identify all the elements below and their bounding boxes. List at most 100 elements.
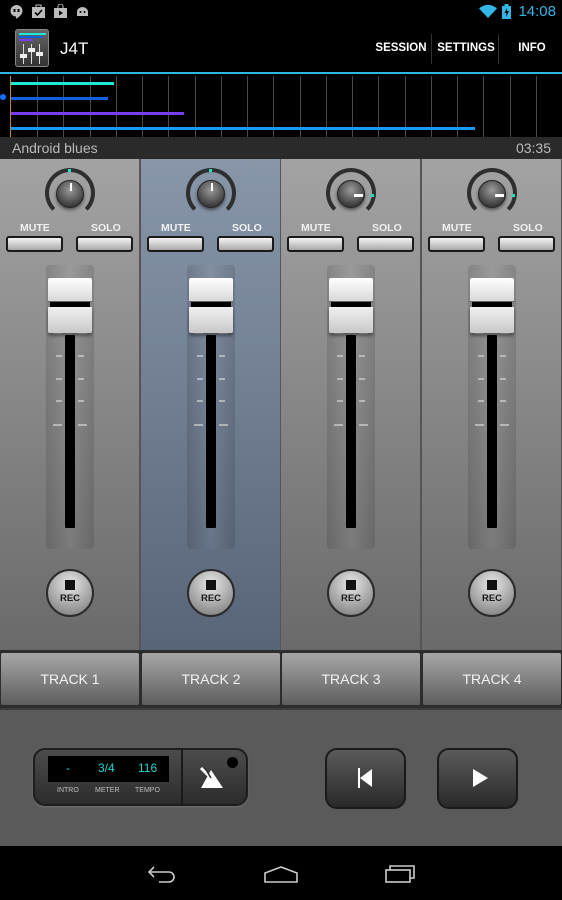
solo-button[interactable] [498, 236, 555, 252]
transport-bar: - 3/4 116 INTRO METER TEMPO [0, 708, 562, 846]
solo-label: SOLO [232, 222, 262, 234]
timeline-grid-line [510, 76, 511, 137]
menu-info[interactable]: INFO [502, 24, 562, 72]
rec-label: REC [340, 593, 362, 604]
record-button[interactable]: REC [187, 569, 235, 617]
track-tab-2[interactable]: TRACK 2 [142, 653, 280, 705]
menu-session[interactable]: SESSION [372, 24, 430, 72]
pan-knob-dial [337, 180, 365, 208]
volume-fader-handle[interactable] [48, 278, 92, 336]
fader-scale-tick [478, 378, 484, 380]
fader-scale-tick [53, 424, 62, 426]
metronome-icon[interactable] [195, 764, 229, 790]
fader-scale-tick [500, 378, 506, 380]
mute-button[interactable] [428, 236, 485, 252]
play-button[interactable] [437, 748, 518, 809]
mixer-app-icon[interactable] [15, 29, 49, 67]
solo-button[interactable] [357, 236, 414, 252]
fader-scale-tick [337, 355, 343, 357]
fader-scale-tick [219, 355, 225, 357]
action-bar: J4T SESSION SETTINGS INFO [0, 24, 562, 74]
mute-label: MUTE [442, 222, 472, 234]
timeline-track-3-region[interactable] [11, 112, 184, 115]
fader-scale-tick [475, 424, 484, 426]
record-stop-icon [65, 580, 75, 590]
fader-scale-tick [500, 424, 509, 426]
pan-knob[interactable] [326, 168, 376, 218]
fader-scale-tick [197, 400, 203, 402]
clock: 14:08 [518, 3, 556, 20]
fader-scale-tick [500, 400, 506, 402]
fader-scale-tick [78, 378, 84, 380]
song-title: Android blues [12, 140, 98, 156]
timeline-overview[interactable] [0, 76, 562, 137]
mute-label: MUTE [301, 222, 331, 234]
fader-scale-tick [78, 355, 84, 357]
solo-label: SOLO [513, 222, 543, 234]
pan-knob-dial [56, 180, 84, 208]
volume-fader-handle[interactable] [470, 278, 514, 336]
mute-button[interactable] [147, 236, 204, 252]
meter-label: METER [95, 787, 120, 794]
record-stop-icon [487, 580, 497, 590]
meter-value: 3/4 [98, 761, 115, 775]
menu-divider [431, 34, 432, 64]
fader-scale-tick [337, 400, 343, 402]
fader-slot [65, 335, 75, 528]
volume-fader-handle[interactable] [329, 278, 373, 336]
solo-button[interactable] [217, 236, 274, 252]
home-icon[interactable] [263, 864, 299, 884]
rec-label: REC [481, 593, 503, 604]
song-info-bar: Android blues 03:35 [0, 137, 562, 159]
solo-label: SOLO [372, 222, 402, 234]
navigation-bar [0, 846, 562, 900]
mute-label: MUTE [161, 222, 191, 234]
channel-strip-1[interactable]: MUTE SOLO REC [0, 159, 139, 650]
track-tab-4[interactable]: TRACK 4 [423, 653, 561, 705]
record-button[interactable]: REC [468, 569, 516, 617]
volume-fader-handle[interactable] [189, 278, 233, 336]
tempo-label: TEMPO [135, 787, 160, 794]
timeline-grid-line [536, 76, 537, 137]
play-icon [473, 769, 488, 787]
pan-knob[interactable] [45, 168, 95, 218]
pan-knob[interactable] [467, 168, 517, 218]
solo-button[interactable] [76, 236, 133, 252]
channel-strip-3[interactable]: MUTE SOLO REC [281, 159, 420, 650]
fader-scale-tick [56, 355, 62, 357]
pan-indicator-led [371, 194, 374, 197]
fader-slot [206, 335, 216, 528]
skip-to-start-icon [358, 768, 372, 788]
channel-strip-2[interactable]: MUTE SOLO REC [141, 159, 280, 650]
intro-label: INTRO [57, 787, 79, 794]
rewind-button[interactable] [325, 748, 406, 809]
timeline-track-2-region[interactable] [11, 97, 108, 100]
back-icon[interactable] [145, 864, 179, 884]
settings-display[interactable]: - 3/4 116 [48, 756, 169, 782]
rec-label: REC [59, 593, 81, 604]
fader-scale-tick [219, 378, 225, 380]
recent-apps-icon[interactable] [384, 864, 418, 884]
record-button[interactable]: REC [327, 569, 375, 617]
fader-scale-tick [78, 400, 84, 402]
fader-slot [346, 335, 356, 528]
track-tab-1[interactable]: TRACK 1 [1, 653, 139, 705]
mute-button[interactable] [287, 236, 344, 252]
app-title: J4T [60, 39, 89, 58]
mute-button[interactable] [6, 236, 63, 252]
android-icon [77, 7, 88, 16]
fader-scale-tick [334, 424, 343, 426]
rec-label: REC [200, 593, 222, 604]
fader-scale-tick [219, 400, 225, 402]
menu-settings[interactable]: SETTINGS [434, 24, 498, 72]
pan-knob[interactable] [186, 168, 236, 218]
hangouts-icon [10, 5, 23, 19]
record-button[interactable]: REC [46, 569, 94, 617]
timeline-track-4-region[interactable] [11, 127, 475, 130]
track-tab-3[interactable]: TRACK 3 [282, 653, 420, 705]
fader-scale-tick [194, 424, 203, 426]
timeline-track-1-region[interactable] [11, 82, 114, 85]
status-bar: 14:08 [0, 0, 562, 24]
channel-strip-4[interactable]: MUTE SOLO REC [422, 159, 561, 650]
fader-scale-tick [359, 424, 368, 426]
